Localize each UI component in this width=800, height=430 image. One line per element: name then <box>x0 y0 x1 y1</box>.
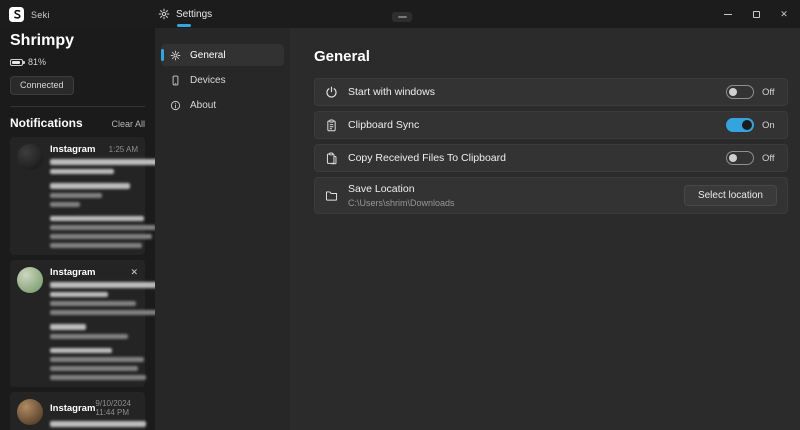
setting-row: Save Location C:\Users\shrim\Downloads Sel… <box>314 177 788 214</box>
blurred-text-line <box>50 183 130 189</box>
toggle-switch[interactable] <box>726 151 754 165</box>
nav-item-about[interactable]: About <box>161 94 284 116</box>
select-location-button[interactable]: Select location <box>684 185 777 206</box>
line-gap <box>50 315 138 320</box>
blurred-text-line <box>50 375 146 380</box>
save-location-path: C:\Users\shrim\Downloads <box>348 198 455 208</box>
nav-item-label: About <box>190 100 216 111</box>
line-gap <box>50 339 138 344</box>
close-button[interactable]: ✕ <box>770 0 798 28</box>
blurred-text-line <box>50 292 108 298</box>
line-gap <box>50 174 138 179</box>
blurred-text-line <box>50 169 114 175</box>
device-sidebar: Shrimpy 81% Connected Notifications Clea… <box>0 28 155 430</box>
blurred-text-line <box>50 282 155 288</box>
avatar <box>17 267 43 293</box>
toggle-state-label: Off <box>762 87 777 98</box>
toggle-switch[interactable] <box>726 118 754 132</box>
window-controls: ✕ <box>714 0 798 28</box>
clear-all-button[interactable]: Clear All <box>111 119 145 129</box>
avatar <box>17 399 43 425</box>
toggle-knob <box>729 88 737 96</box>
nav-item-label: General <box>190 50 226 61</box>
toggle-knob <box>729 154 737 162</box>
blurred-text-line <box>50 310 155 315</box>
blurred-text-line <box>50 216 144 222</box>
battery-percent: 81% <box>28 57 46 67</box>
blurred-text-line <box>50 334 128 339</box>
device-name: Shrimpy <box>10 32 145 50</box>
blurred-text-line <box>50 225 155 230</box>
notification-card[interactable]: Instagram 1:25 AM <box>10 137 145 255</box>
blurred-text-line <box>50 366 138 371</box>
blurred-text-line <box>50 324 86 330</box>
blurred-text-line <box>50 193 102 198</box>
connection-status-badge[interactable]: Connected <box>10 76 74 95</box>
tab-active-indicator <box>177 24 191 27</box>
titlebar: Seki Settings ✕ <box>0 0 800 28</box>
toggle-knob <box>742 120 752 130</box>
notification-card[interactable]: Instagram ✕ <box>10 260 145 387</box>
setting-label: Copy Received Files To Clipboard <box>348 152 506 164</box>
tab-settings[interactable]: Settings <box>158 8 212 20</box>
notification-app-name: Instagram <box>50 403 95 414</box>
folder-icon <box>325 189 338 202</box>
blurred-text-line <box>50 348 112 354</box>
line-gap <box>50 207 138 212</box>
toggle-state-label: Off <box>762 153 777 164</box>
blurred-text-line <box>50 357 144 362</box>
maximize-button[interactable] <box>742 0 770 28</box>
toggle-state-label: On <box>762 120 777 131</box>
page-title: General <box>314 48 788 65</box>
battery-status: 81% <box>10 57 145 67</box>
notifications-header: Notifications <box>10 116 83 130</box>
blurred-text-line <box>50 421 146 427</box>
notification-timestamp: 1:25 AM <box>109 145 138 154</box>
power-icon <box>325 86 338 99</box>
tab-settings-label: Settings <box>176 9 212 20</box>
gear-icon <box>158 8 170 20</box>
battery-icon <box>10 59 23 66</box>
blurred-text-line <box>50 243 142 248</box>
setting-row: Clipboard Sync On <box>314 111 788 139</box>
notification-app-name: Instagram <box>50 144 95 155</box>
setting-label: Start with windows <box>348 86 435 98</box>
clipboard-icon <box>325 119 338 132</box>
gear-icon <box>170 50 181 61</box>
notification-content: Instagram 1:25 AM <box>50 144 138 248</box>
line-gap <box>50 427 138 430</box>
notification-app-name: Instagram <box>50 267 95 278</box>
app-title: Seki <box>31 10 50 20</box>
setting-row: Copy Received Files To Clipboard Off <box>314 144 788 172</box>
info-icon <box>170 100 181 111</box>
close-icon[interactable]: ✕ <box>130 268 138 277</box>
setting-row: Start with windows Off <box>314 78 788 106</box>
avatar <box>17 144 43 170</box>
toggle-switch[interactable] <box>726 85 754 99</box>
titlebar-pill[interactable] <box>392 12 412 22</box>
blurred-text-line <box>50 234 152 239</box>
notification-card[interactable]: Instagram9/10/2024 11:44 PM <box>10 392 145 430</box>
nav-item-devices[interactable]: Devices <box>161 69 284 91</box>
notification-list: Instagram1:25 AMInstagram✕Instagram9/10/… <box>10 137 145 430</box>
notification-timestamp: 9/10/2024 11:44 PM <box>95 399 138 417</box>
settings-nav: General Devices About <box>155 28 290 430</box>
blurred-text-line <box>50 159 155 165</box>
phone-icon <box>170 75 181 86</box>
settings-content: General Start with windows Off Clipboard S… <box>290 28 800 430</box>
minimize-button[interactable] <box>714 0 742 28</box>
setting-label: Save Location <box>348 183 455 195</box>
divider <box>10 106 145 107</box>
blurred-text-line <box>50 202 80 207</box>
settings-rows: Start with windows Off Clipboard Sync On Cop… <box>314 78 788 214</box>
copy-icon <box>325 152 338 165</box>
blurred-text-line <box>50 301 136 306</box>
notification-content: Instagram9/10/2024 11:44 PM <box>50 399 138 430</box>
nav-item-label: Devices <box>190 75 226 86</box>
app-logo-icon <box>9 7 24 22</box>
notification-content: Instagram ✕ <box>50 267 138 380</box>
setting-label: Clipboard Sync <box>348 119 419 131</box>
nav-item-general[interactable]: General <box>161 44 284 66</box>
